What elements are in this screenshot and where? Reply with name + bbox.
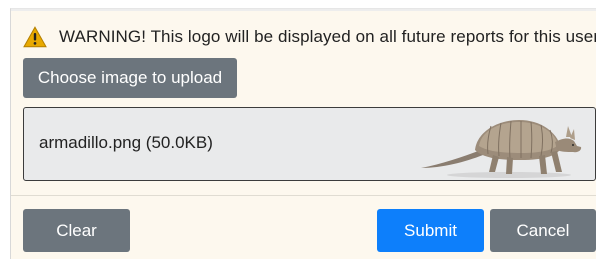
cancel-button[interactable]: Cancel xyxy=(490,209,596,252)
file-name-size: armadillo.png (50.0KB) xyxy=(39,133,213,152)
warning-text: WARNING! This logo will be displayed on … xyxy=(59,27,596,46)
selected-file-box: armadillo.png (50.0KB) xyxy=(23,107,596,181)
logo-upload-panel: WARNING! This logo will be displayed on … xyxy=(10,8,596,259)
clear-button[interactable]: Clear xyxy=(23,209,130,252)
top-divider xyxy=(11,9,596,11)
warning-triangle-icon xyxy=(23,26,47,48)
submit-button[interactable]: Submit xyxy=(377,209,484,252)
warning-message: WARNING! This logo will be displayed on … xyxy=(23,25,596,49)
armadillo-image xyxy=(421,120,582,178)
choose-image-button[interactable]: Choose image to upload xyxy=(23,58,237,98)
footer-divider xyxy=(11,195,596,196)
